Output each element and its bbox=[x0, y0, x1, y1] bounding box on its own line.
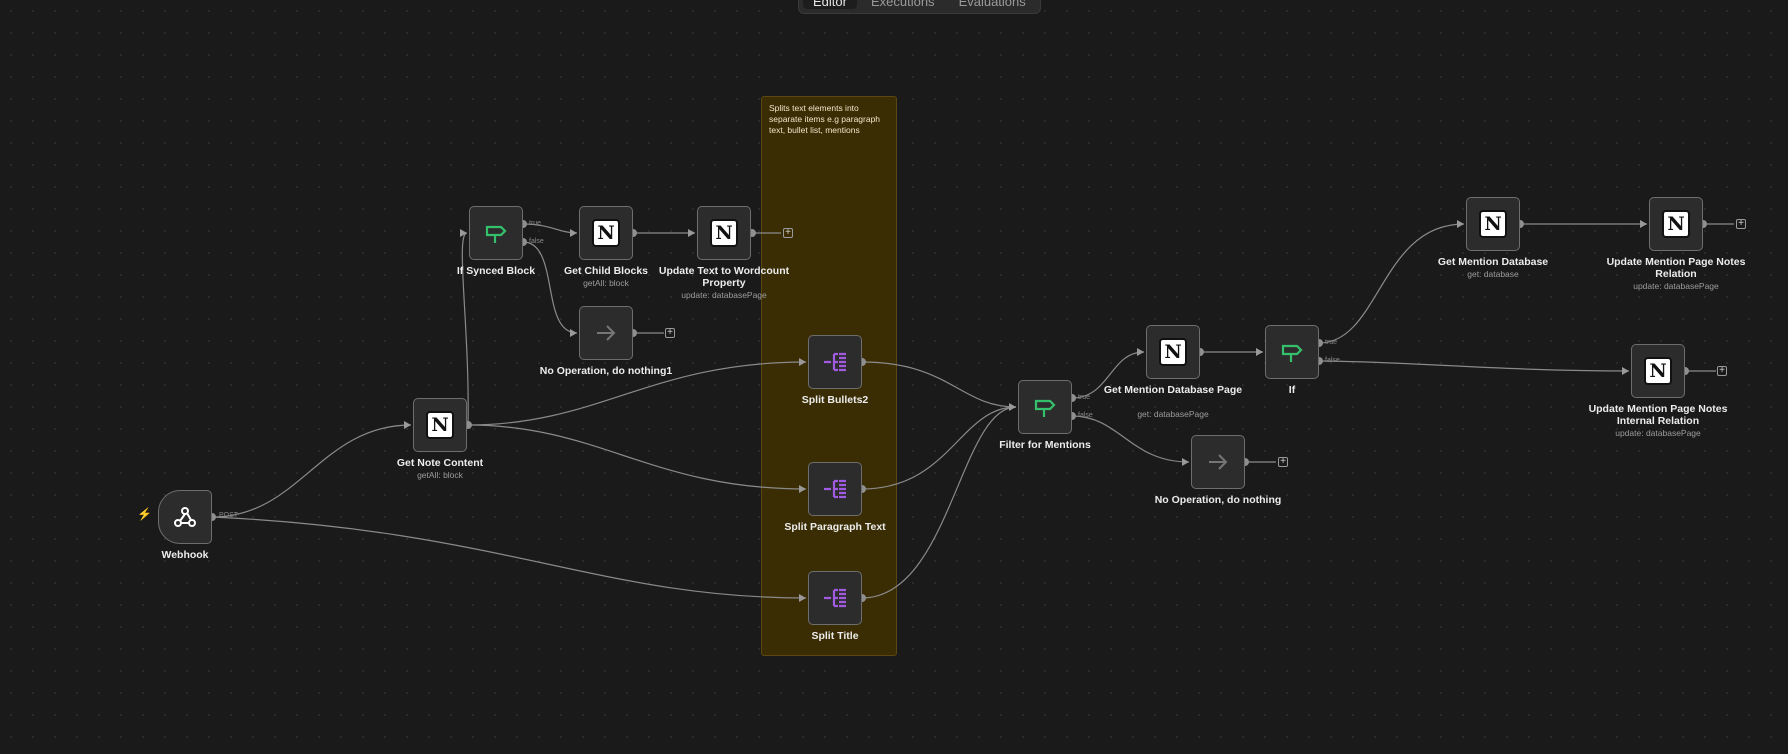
notion-icon: N bbox=[1644, 357, 1672, 385]
node-update-text-label: Update Text to Wordcount Property bbox=[658, 265, 790, 289]
notion-icon: N bbox=[1662, 210, 1690, 238]
node-get-note-content-label: Get Note Content bbox=[396, 457, 484, 469]
node-webhook-label: Webhook bbox=[161, 549, 209, 561]
node-filter-mentions[interactable] bbox=[1018, 380, 1072, 434]
node-webhook[interactable] bbox=[158, 490, 212, 544]
if-icon bbox=[485, 225, 507, 243]
port-label-post: POST bbox=[219, 512, 239, 519]
node-update-internal-relation-label: Update Mention Page Notes Internal Relat… bbox=[1588, 403, 1728, 427]
node-no-operation[interactable] bbox=[1191, 435, 1245, 489]
node-update-internal-relation[interactable]: N bbox=[1631, 344, 1685, 398]
edge-splittitle-filter bbox=[861, 406, 1017, 599]
node-if-synced-block[interactable] bbox=[469, 206, 523, 260]
node-get-note-content[interactable]: N bbox=[413, 398, 467, 452]
port-label-false: false bbox=[1325, 357, 1340, 364]
node-filter-mentions-label: Filter for Mentions bbox=[999, 439, 1091, 451]
node-split-bullets-label: Split Bullets2 bbox=[801, 394, 869, 406]
port-label-true: true bbox=[529, 220, 542, 227]
node-split-title-label: Split Title bbox=[811, 630, 859, 642]
add-node-button[interactable]: + bbox=[1717, 366, 1727, 376]
edge-if-true-getdb bbox=[1318, 223, 1465, 344]
add-node-button[interactable]: + bbox=[1736, 219, 1746, 229]
add-node-button[interactable]: + bbox=[783, 228, 793, 238]
notion-icon: N bbox=[710, 219, 738, 247]
webhook-icon bbox=[174, 507, 196, 527]
node-no-operation-label: No Operation, do nothing bbox=[1154, 494, 1282, 506]
node-get-mention-db-page-sub: get: databasePage bbox=[1137, 409, 1209, 419]
node-get-mention-db-sub: get: database bbox=[1467, 269, 1519, 279]
node-get-note-content-sub: getAll: block bbox=[417, 470, 463, 480]
add-node-button[interactable]: + bbox=[665, 328, 675, 338]
edge-getnote-ifsynced bbox=[461, 232, 469, 426]
node-if[interactable] bbox=[1265, 325, 1319, 379]
port-label-true: true bbox=[1078, 394, 1091, 401]
if-icon bbox=[1281, 344, 1303, 362]
node-split-title[interactable] bbox=[808, 571, 862, 625]
trigger-bolt-icon: ⚡ bbox=[137, 507, 152, 521]
split-icon bbox=[824, 588, 846, 608]
add-node-button[interactable]: + bbox=[1278, 457, 1288, 467]
arrow-right-icon bbox=[597, 325, 616, 341]
port-label-true: true bbox=[1325, 339, 1338, 346]
node-update-notes-relation-sub: update: databasePage bbox=[1633, 281, 1719, 291]
node-split-paragraph[interactable] bbox=[808, 462, 862, 516]
node-update-text-sub: update: databasePage bbox=[681, 290, 767, 300]
notion-icon: N bbox=[592, 219, 620, 247]
port-label-false: false bbox=[529, 238, 544, 245]
node-get-mention-db-page[interactable]: N bbox=[1146, 325, 1200, 379]
node-split-bullets[interactable] bbox=[808, 335, 862, 389]
edge-if-false-internal bbox=[1318, 360, 1630, 372]
node-get-child-blocks[interactable]: N bbox=[579, 206, 633, 260]
node-no-operation-1-label: No Operation, do nothing1 bbox=[539, 365, 673, 377]
node-update-notes-relation[interactable]: N bbox=[1649, 197, 1703, 251]
node-update-internal-relation-sub: update: databasePage bbox=[1615, 428, 1701, 438]
node-if-label: If bbox=[1288, 384, 1296, 396]
node-get-mention-db-label: Get Mention Database bbox=[1437, 256, 1549, 268]
node-split-paragraph-label: Split Paragraph Text bbox=[784, 521, 886, 533]
arrow-right-icon bbox=[1209, 454, 1228, 470]
node-update-text[interactable]: N bbox=[697, 206, 751, 260]
port-label-false: false bbox=[1078, 412, 1093, 419]
edge-webhook-splittitle bbox=[211, 516, 807, 599]
edge-getnote-splitparagraph bbox=[467, 424, 807, 490]
split-icon bbox=[824, 479, 846, 499]
node-update-notes-relation-label: Update Mention Page Notes Relation bbox=[1606, 256, 1746, 280]
if-icon bbox=[1034, 399, 1056, 417]
notion-icon: N bbox=[1479, 210, 1507, 238]
notion-icon: N bbox=[426, 411, 454, 439]
split-icon bbox=[824, 352, 846, 372]
notion-icon: N bbox=[1159, 338, 1187, 366]
node-get-mention-db[interactable]: N bbox=[1466, 197, 1520, 251]
node-no-operation-1[interactable] bbox=[579, 306, 633, 360]
